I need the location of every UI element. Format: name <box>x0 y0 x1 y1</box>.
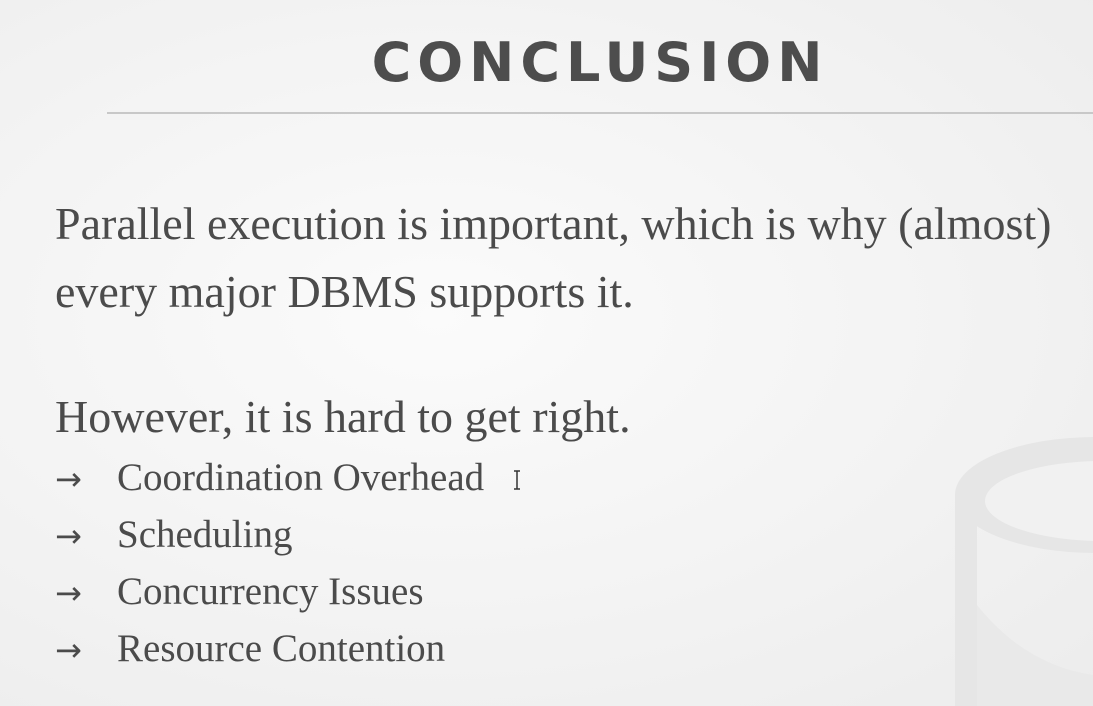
intro-paragraph: Parallel execution is important, which i… <box>55 198 1052 317</box>
list-item-label: Concurrency Issues <box>117 570 424 613</box>
list-item: → Concurrency Issues <box>55 564 484 621</box>
list-item-label: Resource Contention <box>117 627 446 670</box>
slide-title: CONCLUSION <box>371 31 829 94</box>
challenges-list: → Coordination Overhead → Scheduling → Conc… <box>55 450 484 678</box>
list-item-label: Scheduling <box>117 513 293 556</box>
arrow-right-icon: → <box>55 574 82 612</box>
list-item: → Coordination Overhead <box>55 450 484 507</box>
arrow-right-icon: → <box>55 460 82 498</box>
list-item: → Resource Contention <box>55 621 484 678</box>
list-item: → Scheduling <box>55 507 484 564</box>
database-cylinder-icon <box>955 425 1093 706</box>
list-item-label: Coordination Overhead <box>117 456 485 499</box>
arrow-right-icon: → <box>55 631 82 669</box>
arrow-right-icon: → <box>55 517 82 555</box>
title-divider <box>107 112 1093 114</box>
caveat-paragraph: However, it is hard to get right. <box>55 391 631 442</box>
text-cursor-icon <box>512 470 522 490</box>
slide: CONCLUSION Parallel execution is importa… <box>0 0 1093 706</box>
